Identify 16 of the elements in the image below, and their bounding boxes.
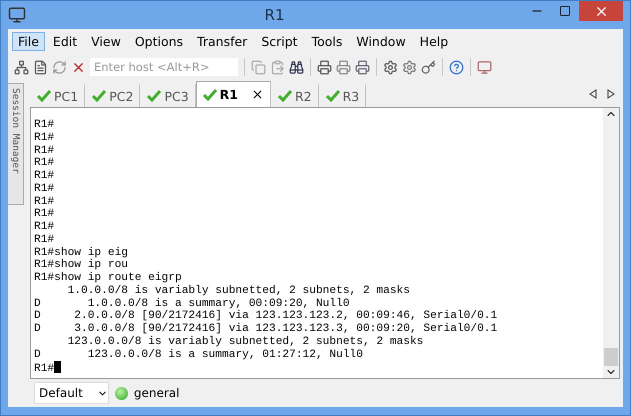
session-dropdown[interactable]: Default — [34, 382, 109, 404]
menu-item[interactable]: Transfer — [191, 32, 254, 50]
menu-item[interactable]: Window — [350, 32, 412, 50]
menu-item[interactable]: Help — [414, 32, 454, 50]
host-field[interactable]: Enter host <Alt+R> — [90, 58, 238, 76]
menu-item[interactable]: Script — [255, 32, 304, 50]
menu-item[interactable]: View — [85, 32, 127, 50]
menu-item[interactable]: File — [12, 32, 45, 50]
window-title: R1 — [264, 6, 286, 24]
menu-item[interactable]: Edit — [46, 32, 84, 50]
menu-item[interactable]: Options — [128, 32, 190, 50]
menu-item[interactable]: Tools — [306, 32, 348, 50]
status-text: general — [134, 386, 180, 400]
session-manager-tab[interactable]: Session Manager — [8, 83, 24, 205]
session-tab[interactable]: R1 — [196, 81, 271, 107]
terminal-output: R1# R1# R1# R1# R1# R1# R1# R1# R1# R1# R1#show ip eig R1#show ip rou R1#show ip route eigrp 1.0.0.0/8 is variably subnetted, 2 subnets, 2 masks D 1.0.0.0/8 is a summary, 00:09:20, Null0 D 2.0.0.0/8 [90/2172416] via 123.123.123.2, 00:09:46, Serial0/0.1 D 3.0.0.0/8 [90/2172416] via 123.123.123.3, 00:09:20, Serial0/0.1 123.0.0.0/8 is variably subnetted, 2 subnets, 2 masks D 123.0.0.0/8 is a summary, 01:27:12, Null0 R1# — [33, 118, 498, 378]
